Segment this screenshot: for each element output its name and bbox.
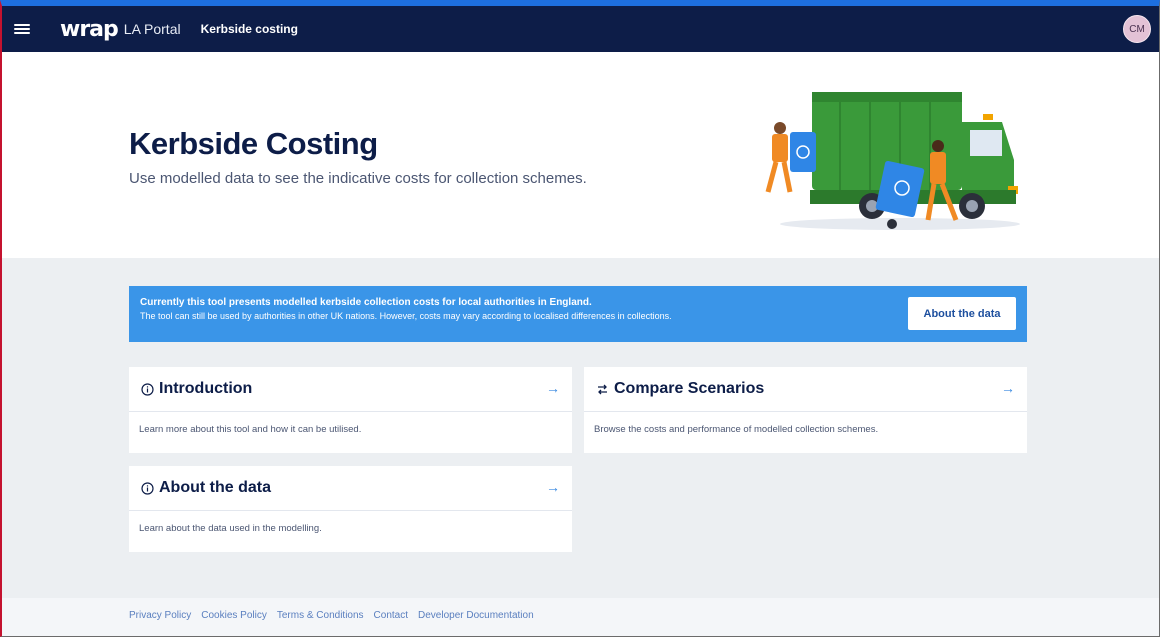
hamburger-icon[interactable]	[14, 24, 30, 34]
refuse-truck-illustration	[765, 92, 1020, 230]
info-banner: Currently this tool presents modelled ke…	[129, 286, 1027, 342]
cookies-policy-link[interactable]: Cookies Policy	[201, 610, 267, 621]
card-title: About the data	[159, 479, 271, 496]
user-avatar[interactable]: CM	[1123, 15, 1151, 43]
wrap-logo[interactable]: wrap	[60, 17, 119, 42]
compare-scenarios-card[interactable]: Compare Scenarios → Browse the costs and…	[584, 367, 1027, 453]
info-icon	[141, 481, 154, 495]
card-description: Browse the costs and performance of mode…	[594, 424, 879, 435]
card-header: Compare Scenarios →	[584, 367, 1027, 412]
terms-conditions-link[interactable]: Terms & Conditions	[277, 610, 364, 621]
arrow-right-icon[interactable]: →	[1001, 380, 1015, 396]
developer-documentation-link[interactable]: Developer Documentation	[418, 610, 534, 621]
top-navigation-bar: wrap LA Portal Kerbside costing CM	[2, 6, 1159, 52]
breadcrumb-current[interactable]: Kerbside costing	[201, 22, 298, 36]
card-title: Compare Scenarios	[614, 380, 765, 397]
banner-text: The tool can still be used by authoritie…	[140, 311, 672, 321]
card-header: Introduction →	[129, 367, 572, 412]
arrow-right-icon[interactable]: →	[546, 479, 560, 495]
portal-label[interactable]: LA Portal	[124, 21, 181, 37]
banner-heading: Currently this tool presents modelled ke…	[140, 297, 592, 308]
privacy-policy-link[interactable]: Privacy Policy	[129, 610, 191, 621]
swap-arrows-icon	[596, 383, 609, 396]
page-subtitle: Use modelled data to see the indicative …	[129, 170, 587, 187]
app-window: wrap LA Portal Kerbside costing CM Kerbs…	[0, 0, 1160, 637]
card-description: Learn more about this tool and how it ca…	[139, 424, 362, 435]
about-the-data-card[interactable]: About the data → Learn about the data us…	[129, 466, 572, 552]
footer: Privacy Policy Cookies Policy Terms & Co…	[2, 598, 1159, 636]
card-title: Introduction	[159, 380, 253, 397]
info-icon	[141, 382, 154, 396]
footer-links: Privacy Policy Cookies Policy Terms & Co…	[129, 610, 534, 621]
main-content: Currently this tool presents modelled ke…	[2, 258, 1159, 598]
about-the-data-button[interactable]: About the data	[908, 297, 1016, 330]
card-description: Learn about the data used in the modelli…	[139, 523, 322, 534]
introduction-card[interactable]: Introduction → Learn more about this too…	[129, 367, 572, 453]
arrow-right-icon[interactable]: →	[546, 380, 560, 396]
hero-section: Kerbside Costing Use modelled data to se…	[2, 52, 1159, 258]
card-header: About the data →	[129, 466, 572, 511]
contact-link[interactable]: Contact	[374, 610, 408, 621]
page-title: Kerbside Costing	[129, 126, 378, 161]
